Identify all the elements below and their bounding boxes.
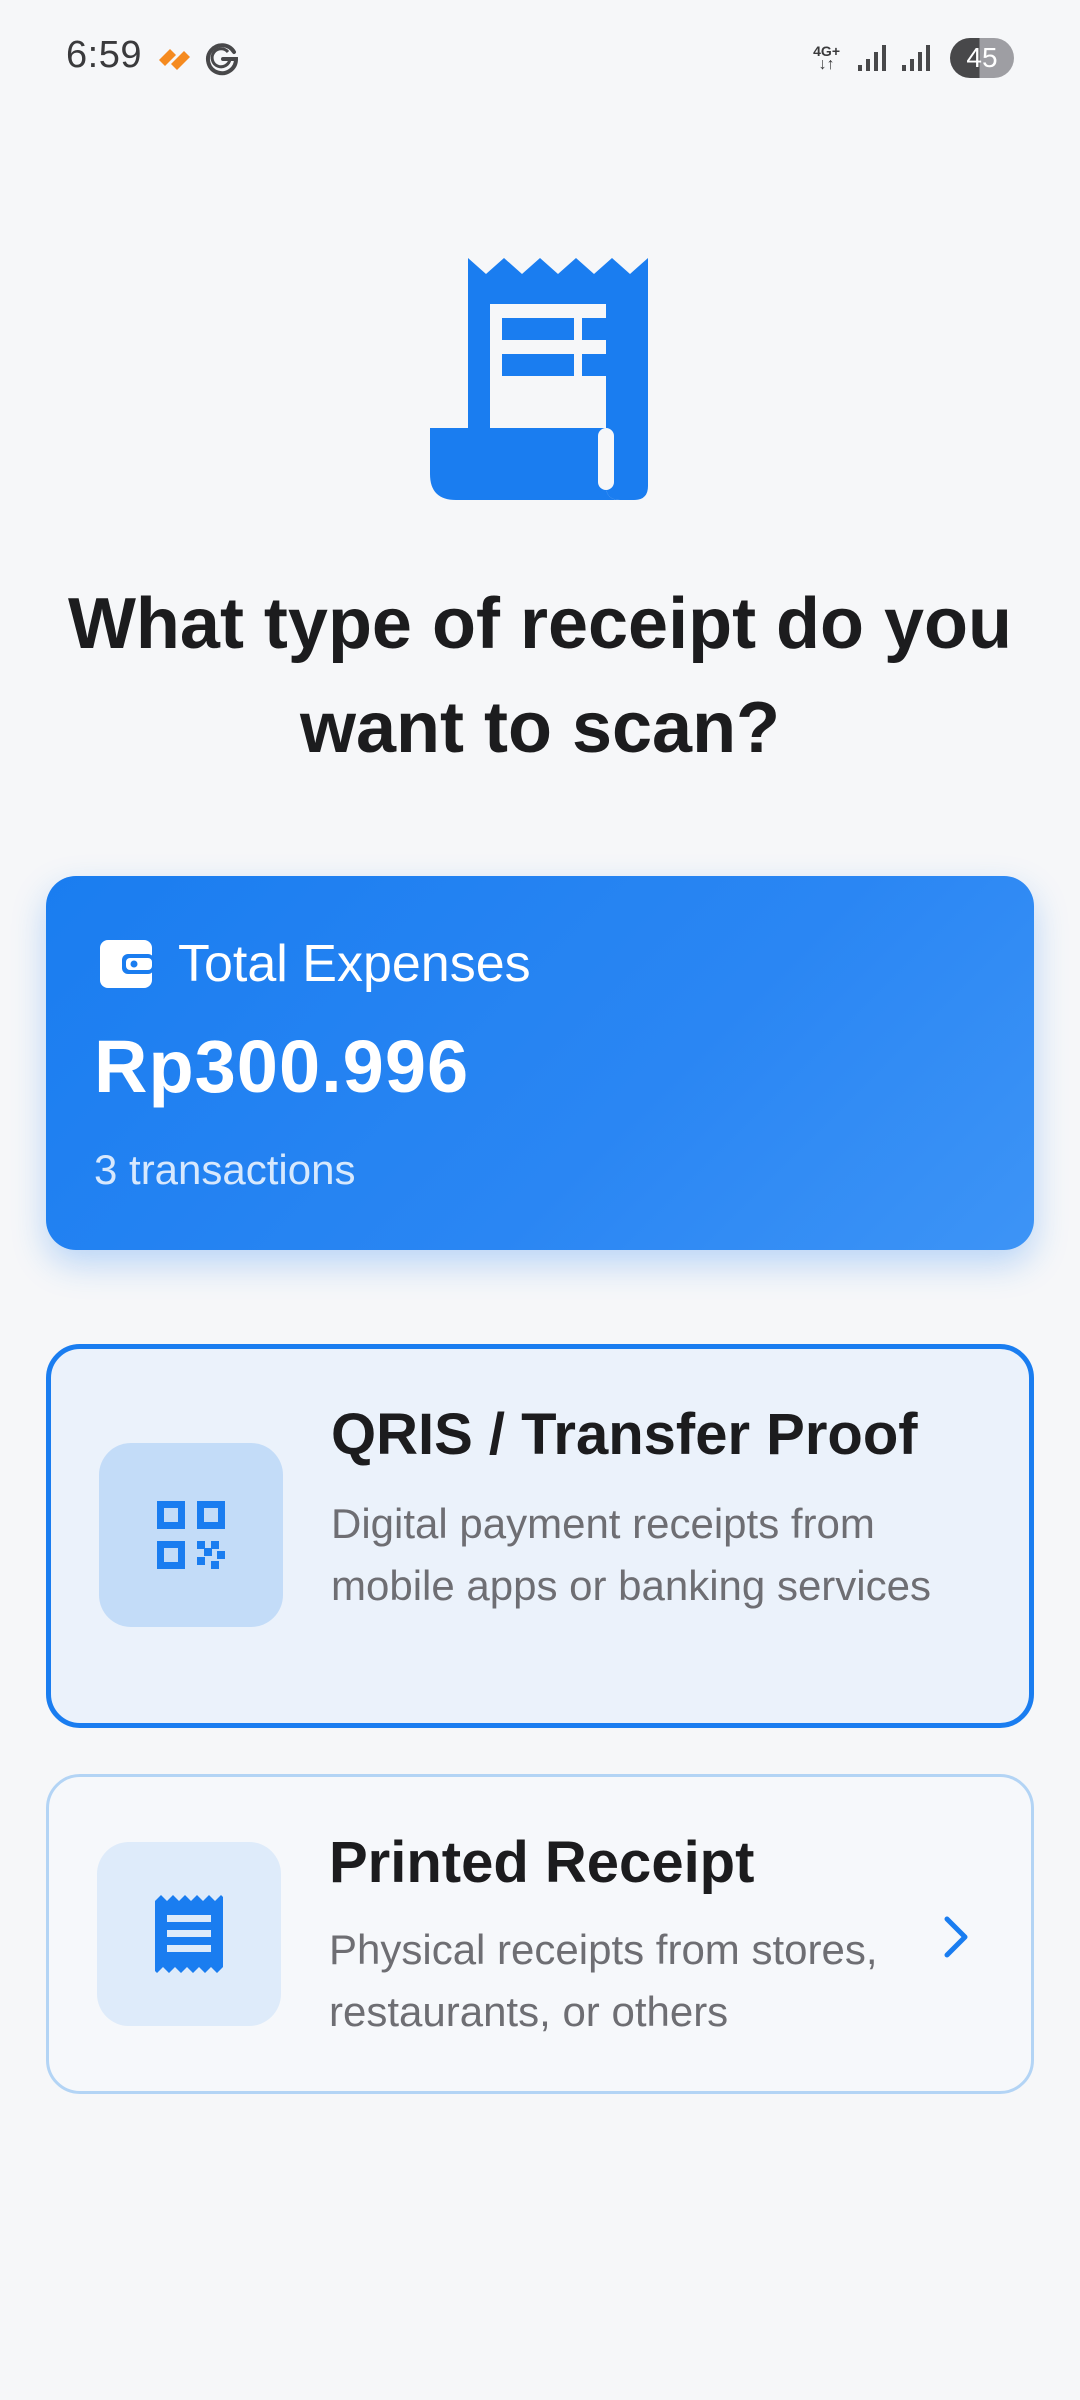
summary-label: Total Expenses: [178, 935, 531, 993]
option-icon-box: [97, 1842, 281, 2026]
total-amount: Rp300.996: [94, 1025, 470, 1108]
receipt-icon: [430, 258, 648, 500]
signal-icon-2: [902, 45, 930, 71]
network-type: 4G+ ↓↑: [813, 43, 840, 73]
option-title: Printed Receipt: [329, 1830, 755, 1895]
total-expenses-card: Total Expenses Rp300.996 3 transactions: [46, 876, 1034, 1250]
option-printed-receipt[interactable]: Printed Receipt Physical receipts from s…: [46, 1774, 1034, 2094]
battery-indicator: 45: [950, 38, 1014, 78]
status-indicators: 4G+ ↓↑ 45: [813, 36, 1014, 80]
option-description: Physical receipts from stores, restauran…: [329, 1926, 878, 2035]
page-title: What type of receipt do you want to scan…: [67, 584, 1013, 768]
signal-icon: [858, 45, 886, 71]
option-description: Digital payment receipts from mobile app…: [331, 1500, 931, 1609]
google-icon: [206, 43, 239, 76]
printed-receipt-icon: [155, 1895, 223, 1973]
app-notification-icon: [159, 49, 190, 70]
wallet-icon: [100, 940, 154, 988]
status-bar: 6:59 4G+ ↓↑ 45: [0, 0, 1080, 120]
status-time: 6:59: [66, 34, 142, 76]
qr-code-icon: [157, 1501, 225, 1569]
summary-header: Total Expenses: [98, 934, 531, 994]
option-icon-box: [99, 1443, 283, 1627]
transaction-count: 3 transactions: [94, 1146, 356, 1193]
option-title: QRIS / Transfer Proof: [331, 1402, 918, 1467]
option-qris-transfer-proof[interactable]: QRIS / Transfer Proof Digital payment re…: [46, 1344, 1034, 1728]
chevron-right-icon: [944, 1916, 968, 1958]
